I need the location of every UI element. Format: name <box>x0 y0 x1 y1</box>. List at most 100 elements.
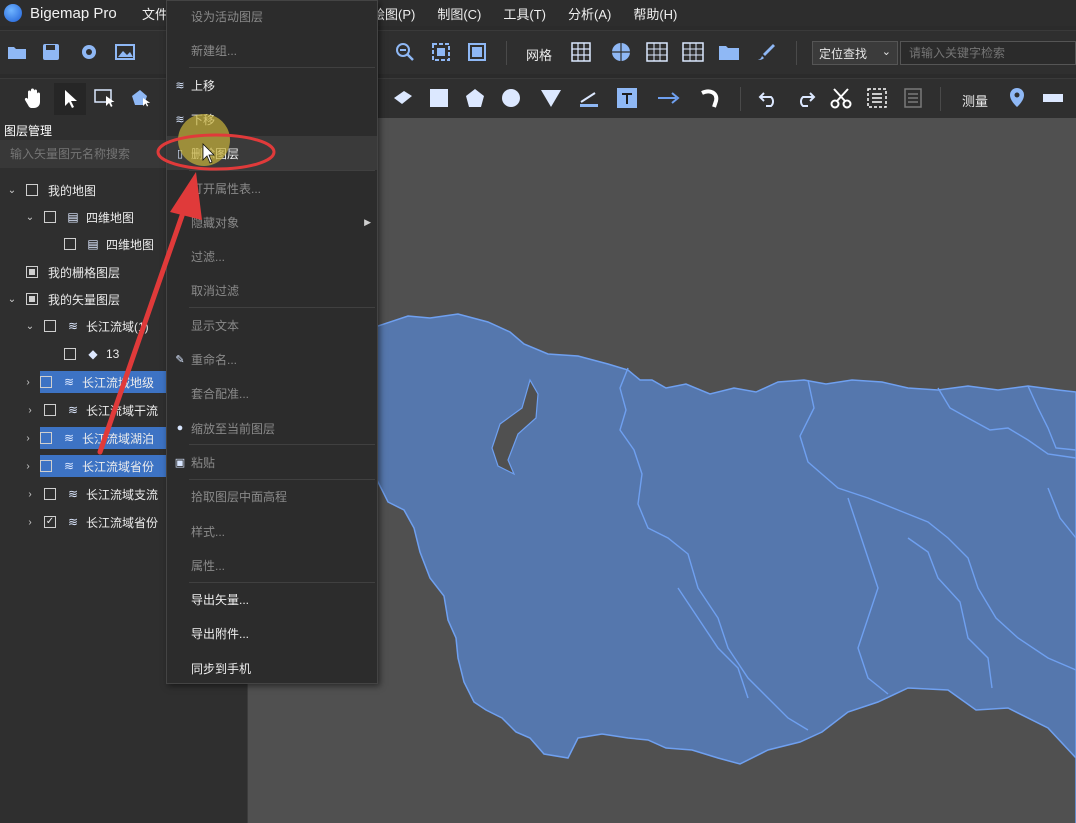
chevron-right-icon[interactable]: › <box>22 377 34 388</box>
pan-hand-icon[interactable] <box>20 85 46 111</box>
context-menu-item[interactable]: ≋ 上移 <box>167 68 377 102</box>
context-menu-item[interactable]: 取消过滤 <box>167 273 377 307</box>
chevron-right-icon[interactable]: › <box>22 461 34 472</box>
folder-grid-icon[interactable] <box>716 39 742 65</box>
draw-polygon-icon[interactable] <box>462 85 488 111</box>
context-menu-item[interactable]: 样式... <box>167 514 377 548</box>
redo-icon[interactable] <box>792 85 818 111</box>
menu-cartography[interactable]: 制图(C) <box>437 4 481 23</box>
context-menu-item[interactable]: ▯ 删除图层 <box>167 136 377 170</box>
context-menu-item[interactable]: 属性... <box>167 548 377 582</box>
attribute-table-icon[interactable] <box>864 85 890 111</box>
draw-rectangle-icon[interactable] <box>426 85 452 111</box>
context-menu-item[interactable]: ≋ 下移 <box>167 102 377 136</box>
chevron-down-icon[interactable]: ⌄ <box>6 294 18 305</box>
zoom-out-icon[interactable] <box>392 39 418 65</box>
layer-tree-row[interactable]: › ≋ 长江流域干流 <box>24 399 158 421</box>
menu-tools[interactable]: 工具(T) <box>503 4 546 23</box>
full-extent-icon[interactable] <box>428 39 454 65</box>
layer-tree-row[interactable]: › ≋ 长江流域湖泊 <box>26 427 166 449</box>
context-menu-item[interactable]: 设为活动图层 <box>167 0 377 33</box>
layer-tree-row[interactable]: ⌄ 我的地图 <box>6 179 96 201</box>
curve-tool-icon[interactable] <box>698 85 724 111</box>
chevron-right-icon[interactable]: › <box>22 433 34 444</box>
draw-sector-icon[interactable] <box>538 85 564 111</box>
measure-label[interactable]: 测量 <box>962 91 988 110</box>
context-menu-item[interactable]: 拾取图层中面高程 <box>167 479 377 513</box>
km-grid-icon[interactable] <box>644 39 670 65</box>
context-menu-item[interactable]: 打开属性表... <box>167 171 377 205</box>
layer-visibility-checkbox[interactable] <box>44 404 56 416</box>
layer-visibility-checkbox[interactable] <box>44 320 56 332</box>
chevron-down-icon[interactable]: ⌄ <box>6 185 18 196</box>
cut-scissors-icon[interactable] <box>828 85 854 111</box>
menu-draw[interactable]: 绘图(P) <box>372 4 415 23</box>
menu-help[interactable]: 帮助(H) <box>633 4 677 23</box>
context-menu-item[interactable]: 导出矢量... <box>167 582 377 616</box>
layer-tree-row[interactable]: ⌄ ≋ 长江流域(1) <box>24 315 149 337</box>
layer-visibility-checkbox[interactable] <box>40 460 52 472</box>
context-menu-item[interactable]: 套合配准... <box>167 376 377 410</box>
context-menu-item[interactable]: 导出附件... <box>167 616 377 650</box>
layer-visibility-checkbox[interactable] <box>26 293 38 305</box>
chevron-down-icon[interactable]: ⌄ <box>24 212 36 223</box>
grid-icon[interactable] <box>568 39 594 65</box>
context-menu-item[interactable]: 同步到手机 <box>167 651 377 685</box>
chevron-down-icon[interactable]: ⌄ <box>24 321 36 332</box>
location-pin-icon[interactable] <box>1004 85 1030 111</box>
layer-visibility-checkbox[interactable] <box>26 266 38 278</box>
layer-tree-row[interactable]: ⌄ 我的矢量图层 <box>6 288 120 310</box>
nm-grid-icon[interactable] <box>680 39 706 65</box>
layer-visibility-checkbox[interactable]: ✓ <box>44 516 56 528</box>
select-arrow-icon[interactable] <box>54 83 86 115</box>
text-tool-icon[interactable] <box>614 85 640 111</box>
layer-visibility-checkbox[interactable] <box>40 432 52 444</box>
layer-tree-row[interactable]: › ≋ 长江流域支流 <box>24 483 158 505</box>
draw-text-line-icon[interactable] <box>576 85 602 111</box>
layer-visibility-checkbox[interactable] <box>40 376 52 388</box>
grid-label[interactable]: 网格 <box>526 45 552 64</box>
undo-icon[interactable] <box>756 85 782 111</box>
fit-window-icon[interactable] <box>464 39 490 65</box>
select-polygon-icon[interactable] <box>128 85 154 111</box>
context-menu-item[interactable]: 过滤... <box>167 239 377 273</box>
settings-gear-icon[interactable] <box>76 39 102 65</box>
chevron-right-icon[interactable]: › <box>24 405 36 416</box>
layer-tree-row[interactable]: › ✓ ≋ 长江流域省份 <box>24 511 158 533</box>
document-icon[interactable] <box>900 85 926 111</box>
menu-file[interactable]: 文件 <box>142 4 168 23</box>
select-box-icon[interactable] <box>92 85 118 111</box>
chevron-right-icon[interactable]: › <box>24 517 36 528</box>
context-menu-item[interactable]: ● 缩放至当前图层 <box>167 411 377 445</box>
layer-tree-row[interactable]: ▤ 四维地图 <box>44 233 154 255</box>
layer-visibility-checkbox[interactable] <box>44 211 56 223</box>
draw-line-icon[interactable] <box>390 85 416 111</box>
layer-visibility-checkbox[interactable] <box>26 184 38 196</box>
layer-tree-row[interactable]: ⌄ ▤ 四维地图 <box>24 206 134 228</box>
context-menu-item[interactable]: 隐藏对象 ▶ <box>167 205 377 239</box>
layer-tree-row[interactable]: › ≋ 长江流域地级 <box>26 371 166 393</box>
layer-visibility-checkbox[interactable] <box>64 348 76 360</box>
locate-select[interactable]: 定位查找 ⌄ <box>812 41 898 65</box>
chevron-right-icon[interactable]: › <box>24 489 36 500</box>
layer-tree-row[interactable]: 我的栅格图层 <box>6 261 120 283</box>
save-icon[interactable] <box>38 39 64 65</box>
context-menu-item[interactable]: 新建组... <box>167 33 377 67</box>
layer-tree-row[interactable]: ◆ 13 <box>44 343 119 365</box>
brush-icon[interactable] <box>752 39 778 65</box>
latlng-grid-icon[interactable] <box>608 39 634 65</box>
ruler-icon[interactable] <box>1040 85 1066 111</box>
menu-analysis[interactable]: 分析(A) <box>568 4 611 23</box>
layer-visibility-checkbox[interactable] <box>44 488 56 500</box>
layer-name: 长江流域干流 <box>86 403 159 418</box>
layer-tree-row[interactable]: › ≋ 长江流域省份 <box>26 455 166 477</box>
arrow-tool-icon[interactable] <box>656 85 682 111</box>
context-menu-item[interactable]: ✎ 重命名... <box>167 342 377 376</box>
layer-visibility-checkbox[interactable] <box>64 238 76 250</box>
draw-circle-icon[interactable] <box>498 85 524 111</box>
keyword-search-input[interactable] <box>900 41 1076 65</box>
image-icon[interactable] <box>112 39 138 65</box>
open-folder-icon[interactable] <box>4 39 30 65</box>
context-menu-item[interactable]: 显示文本 <box>167 308 377 342</box>
context-menu-item[interactable]: ▣ 粘贴 <box>167 445 377 479</box>
